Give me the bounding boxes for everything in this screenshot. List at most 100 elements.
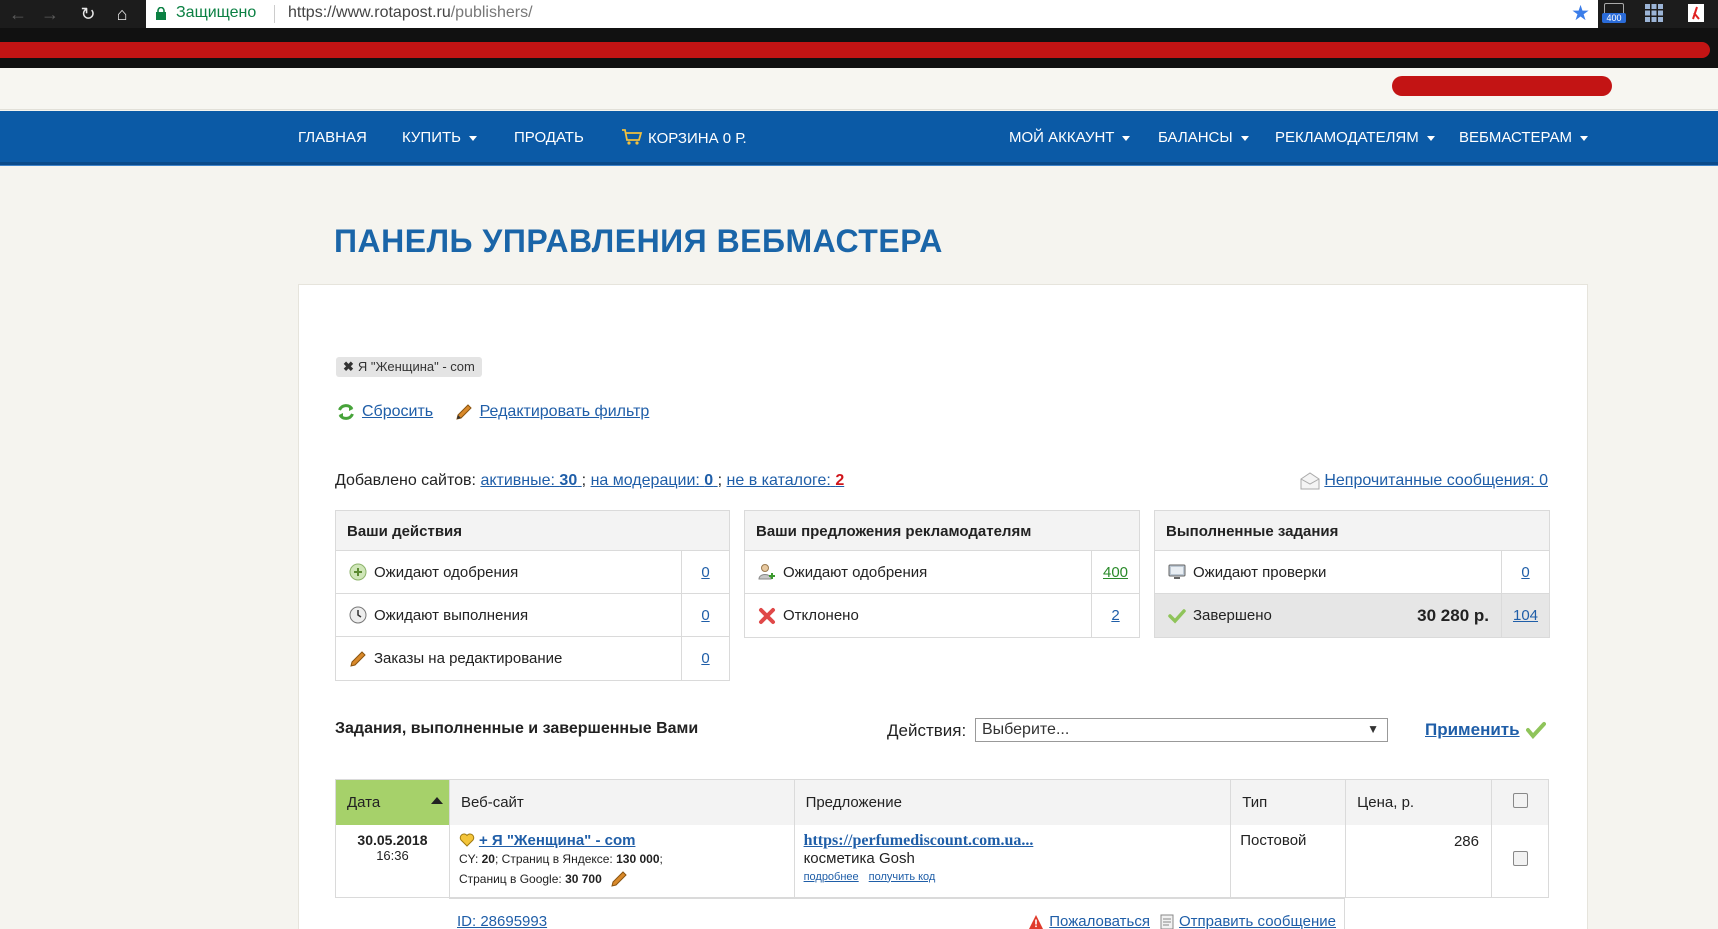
actions-select[interactable]: Выберите... ▼ <box>975 718 1388 742</box>
secure-label: Защищено <box>176 4 257 21</box>
select-all-checkbox[interactable] <box>1512 792 1528 808</box>
pencil-icon[interactable] <box>610 870 628 888</box>
checkmark-icon <box>1168 608 1186 624</box>
pending-approval-count[interactable]: 0 <box>701 564 709 581</box>
nav-buy[interactable]: КУПИТЬ <box>402 129 478 146</box>
stat-row: Отклонено 2 <box>745 594 1139 637</box>
nav-my-account[interactable]: МОЙ АККАУНТ <box>1009 129 1131 146</box>
edit-filter-link[interactable]: Редактировать фильтр <box>480 403 650 421</box>
nav-balances[interactable]: БАЛАНСЫ <box>1158 129 1249 146</box>
stat-row: Ожидают одобрения 400 <box>745 551 1139 594</box>
nav-webmasters[interactable]: ВЕБМАСТЕРАМ <box>1459 129 1589 146</box>
box-title: Выполненные задания <box>1155 511 1549 551</box>
task-price: 286 <box>1345 824 1492 898</box>
monitor-icon <box>1168 564 1186 579</box>
nav-sell[interactable]: ПРОДАТЬ <box>514 129 584 146</box>
browser-toolbar: ← → ↻ ⌂ Защищено https://www.rotapost.ru… <box>0 0 1718 28</box>
filter-actions: Сбросить Редактировать фильтр <box>336 402 665 427</box>
offer-url-link[interactable]: https://perfumediscount.com.ua... <box>804 832 1034 849</box>
offers-pending-count[interactable]: 400 <box>1103 564 1128 581</box>
reload-icon[interactable]: ↻ <box>74 0 102 28</box>
not-in-catalog-link[interactable]: не в каталоге: 2 <box>727 472 845 489</box>
pencil-icon <box>350 650 366 667</box>
filter-chip[interactable]: ✖ Я "Женщина" - com <box>336 357 482 377</box>
main-nav: ГЛАВНАЯ КУПИТЬ ПРОДАТЬ КОРЗИНА 0 Р. МОЙ … <box>0 111 1718 166</box>
table-header: Дата Веб-сайт Предложение Тип Цена, р. <box>335 779 1549 825</box>
chevron-down-icon <box>1426 135 1435 141</box>
warning-icon <box>1029 914 1044 929</box>
back-icon[interactable]: ← <box>4 0 32 28</box>
site-header-strip <box>0 68 1718 110</box>
stat-row: Заказы на редактирование 0 <box>336 637 729 680</box>
redacted-bookmarks-bar <box>0 28 1718 68</box>
select-all-cell <box>1491 779 1549 825</box>
chevron-down-icon <box>1122 135 1131 141</box>
heart-badge-icon <box>459 833 475 847</box>
red-cross-icon <box>759 607 775 624</box>
active-sites-link[interactable]: активные: 30 <box>480 472 581 489</box>
task-id-link[interactable]: ID: 28695993 <box>457 913 547 929</box>
site-google-stats: Страниц в Google: 30 700 <box>459 869 785 889</box>
cart-icon <box>622 129 643 145</box>
yandex-extension-icon[interactable] <box>1684 3 1708 25</box>
section-title: Задания, выполненные и завершенные Вами <box>335 720 699 737</box>
reset-filter-link[interactable]: Сбросить <box>362 403 433 421</box>
lock-icon <box>156 7 166 20</box>
row-checkbox[interactable] <box>1512 851 1528 867</box>
close-icon[interactable]: ✖ <box>343 359 354 374</box>
nav-cart[interactable]: КОРЗИНА 0 Р. <box>621 129 747 147</box>
checkmark-icon <box>1525 722 1546 739</box>
stat-row: Ожидают одобрения 0 <box>336 551 729 594</box>
complain-link[interactable]: Пожаловаться <box>1049 913 1150 929</box>
sites-summary: Добавлено сайтов: активные: 30 ; на моде… <box>335 472 845 489</box>
chevron-down-icon <box>469 135 478 141</box>
document-icon <box>1160 914 1174 929</box>
completed-amount: 30 280 р. <box>1417 605 1489 625</box>
apps-grid-icon[interactable] <box>1642 3 1666 25</box>
extension-badge-icon[interactable]: 400 <box>1602 3 1626 25</box>
stat-row: Ожидают проверки 0 <box>1155 551 1549 594</box>
moderation-sites-link[interactable]: на модерации: 0 <box>591 472 718 489</box>
task-time: 16:36 <box>376 847 409 863</box>
unread-messages[interactable]: Непрочитанные сообщения: 0 <box>1300 472 1548 490</box>
home-icon[interactable]: ⌂ <box>108 0 136 28</box>
edit-orders-count[interactable]: 0 <box>701 650 709 667</box>
nav-home[interactable]: ГЛАВНАЯ <box>298 129 367 146</box>
send-message-link[interactable]: Отправить сообщение <box>1179 913 1336 929</box>
chevron-down-icon <box>1580 135 1589 141</box>
column-website[interactable]: Веб-сайт <box>449 779 795 825</box>
site-stats: CY: 20; Страниц в Яндексе: 130 000; <box>458 851 663 866</box>
column-date[interactable]: Дата <box>335 779 450 825</box>
box-title: Ваши действия <box>336 511 729 551</box>
task-site-link[interactable]: + Я "Женщина" - com <box>479 832 636 849</box>
column-price[interactable]: Цена, р. <box>1345 779 1492 825</box>
dropdown-arrow-icon: ▼ <box>1367 722 1379 736</box>
stat-row: Ожидают выполнения 0 <box>336 594 729 637</box>
page-title: ПАНЕЛЬ УПРАВЛЕНИЯ ВЕБМАСТЕРА <box>334 223 943 259</box>
get-code-link[interactable]: получить код <box>869 871 936 883</box>
offers-box: Ваши предложения рекламодателям Ожидают … <box>744 510 1140 638</box>
redacted-user-info <box>1392 76 1612 96</box>
apply-button[interactable]: Применить <box>1425 720 1546 740</box>
awaiting-check-count[interactable]: 0 <box>1521 564 1529 581</box>
address-bar[interactable]: Защищено https://www.rotapost.ru/publish… <box>146 0 1598 28</box>
pending-execution-count[interactable]: 0 <box>701 607 709 624</box>
offer-details-link[interactable]: подробнее <box>804 871 859 883</box>
chevron-down-icon <box>1240 135 1249 141</box>
column-type[interactable]: Тип <box>1230 779 1347 825</box>
sort-asc-icon <box>430 797 443 804</box>
forward-icon[interactable]: → <box>36 0 64 28</box>
task-date: 30.05.2018 <box>357 831 428 848</box>
nav-advertisers[interactable]: РЕКЛАМОДАТЕЛЯМ <box>1275 129 1435 146</box>
box-title: Ваши предложения рекламодателям <box>745 511 1139 551</box>
completed-count[interactable]: 104 <box>1513 607 1538 624</box>
user-plus-icon <box>758 564 775 580</box>
bookmark-star-icon[interactable]: ★ <box>1571 1 1590 26</box>
task-type: Постовой <box>1230 824 1347 898</box>
url-text[interactable]: https://www.rotapost.ru/publishers/ <box>288 4 533 22</box>
offer-text: косметика Gosh <box>803 849 915 867</box>
task-subrow: ID: 28695993 Пожаловаться Отправить сооб… <box>449 898 1345 929</box>
refresh-icon <box>338 404 354 420</box>
offers-rejected-count[interactable]: 2 <box>1111 607 1119 624</box>
column-offer[interactable]: Предложение <box>794 779 1232 825</box>
